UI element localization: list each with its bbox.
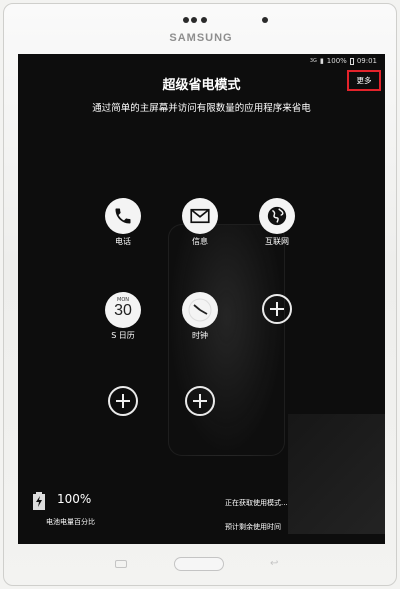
calendar-icon: MON 30 bbox=[105, 292, 141, 328]
more-button[interactable]: 更多 bbox=[347, 70, 381, 91]
app-messages[interactable]: 信息 bbox=[170, 198, 230, 247]
battery-percent-large: 100% bbox=[57, 492, 92, 506]
calendar-day: 30 bbox=[114, 302, 132, 319]
app-internet[interactable]: 互联网 bbox=[247, 198, 307, 247]
recent-apps-button[interactable] bbox=[115, 560, 127, 568]
add-app-button[interactable] bbox=[108, 386, 138, 416]
screen: 3G ▮ 100% 09:01 超级省电模式 通过简单的主屏幕并访问有限数量的应… bbox=[18, 54, 385, 544]
plus-icon bbox=[193, 394, 207, 408]
signal-icon: ▮ bbox=[319, 57, 324, 65]
glass-reflection bbox=[288, 414, 385, 534]
app-label: 时钟 bbox=[192, 331, 208, 340]
page-subtitle: 通过简单的主屏幕并访问有限数量的应用程序来省电 bbox=[92, 103, 311, 114]
battery-info: 100% 电池电量百分比 bbox=[32, 492, 95, 526]
plus-icon bbox=[116, 394, 130, 408]
clock-icon bbox=[182, 292, 218, 328]
sensor-dot bbox=[201, 17, 207, 23]
app-label: S 日历 bbox=[111, 331, 135, 340]
clock-time: 09:01 bbox=[356, 57, 377, 65]
plus-icon bbox=[270, 302, 284, 316]
status-bar: 3G ▮ 100% 09:01 bbox=[310, 57, 377, 65]
app-label: 信息 bbox=[192, 237, 208, 246]
app-label: 电话 bbox=[115, 237, 131, 246]
message-icon bbox=[182, 198, 218, 234]
brand-logo: SAMSUNG bbox=[169, 32, 233, 44]
add-app-button[interactable] bbox=[185, 386, 215, 416]
phone-icon bbox=[105, 198, 141, 234]
app-calendar[interactable]: MON 30 S 日历 bbox=[93, 292, 153, 341]
globe-icon bbox=[259, 198, 295, 234]
battery-charging-icon bbox=[33, 492, 45, 510]
battery-label: 电池电量百分比 bbox=[46, 518, 95, 526]
app-label: 互联网 bbox=[265, 237, 289, 246]
sensor-dot bbox=[191, 17, 197, 23]
usage-status: 正在获取使用模式... bbox=[225, 499, 288, 507]
page-title: 超级省电模式 bbox=[162, 78, 241, 93]
home-button[interactable] bbox=[174, 557, 224, 571]
app-clock[interactable]: 时钟 bbox=[170, 292, 230, 341]
back-button[interactable]: ↩ bbox=[270, 559, 284, 569]
add-app-button[interactable] bbox=[262, 294, 292, 324]
battery-icon bbox=[349, 57, 354, 65]
battery-percent: 100% bbox=[326, 57, 347, 65]
app-phone[interactable]: 电话 bbox=[93, 198, 153, 247]
front-camera bbox=[262, 17, 268, 23]
network-indicator: 3G bbox=[309, 58, 317, 64]
sensor-dot bbox=[183, 17, 189, 23]
usage-label: 预计剩余使用时间 bbox=[225, 523, 281, 531]
tablet-device: SAMSUNG 3G ▮ 100% 09:01 超级省电模式 通过简单的主屏幕并… bbox=[3, 3, 397, 586]
page: SAMSUNG 3G ▮ 100% 09:01 超级省电模式 通过简单的主屏幕并… bbox=[0, 0, 400, 589]
